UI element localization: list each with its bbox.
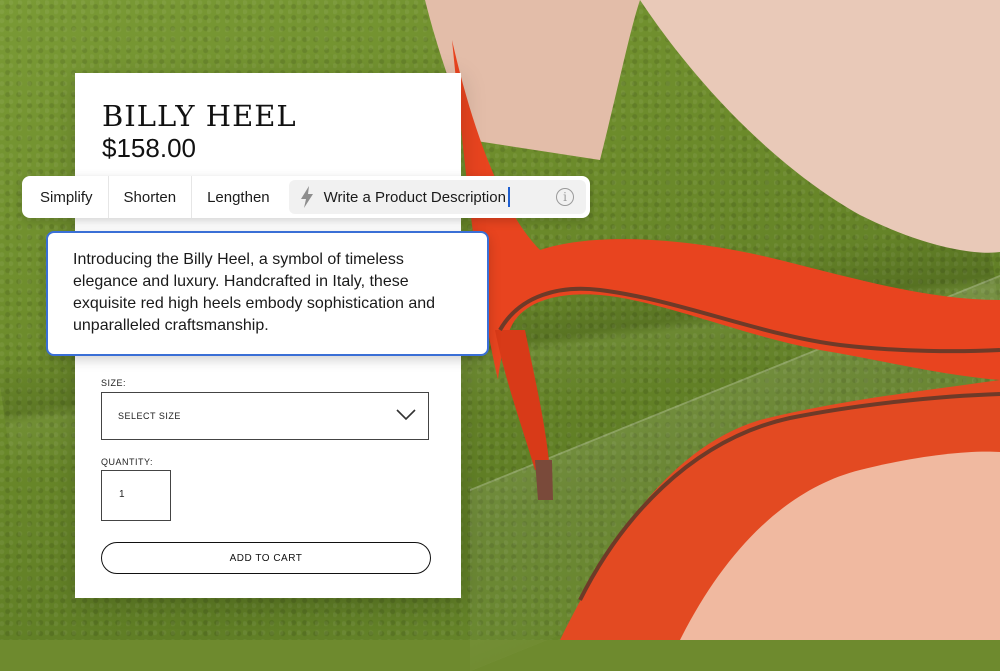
lengthen-button[interactable]: Lengthen: [192, 176, 285, 218]
quantity-label: QUANTITY:: [101, 457, 154, 467]
ai-prompt-text: Write a Product Description: [323, 188, 506, 206]
shorten-button[interactable]: Shorten: [109, 176, 193, 218]
info-icon[interactable]: i: [556, 188, 574, 206]
chevron-down-icon: [396, 409, 416, 421]
size-label: SIZE:: [101, 378, 127, 388]
simplify-button[interactable]: Simplify: [22, 176, 109, 218]
ai-writing-toolbar: Simplify Shorten Lengthen Write a Produc…: [22, 176, 590, 218]
ai-prompt-input[interactable]: Write a Product Description i: [288, 180, 586, 214]
quantity-input[interactable]: 1: [101, 470, 171, 521]
product-title: BILLY HEEL: [102, 99, 297, 133]
quantity-value: 1: [119, 489, 125, 500]
lightning-bolt-icon: [300, 186, 313, 208]
product-price: $158.00: [102, 133, 196, 163]
size-select[interactable]: SELECT SIZE: [101, 392, 429, 440]
text-caret: [507, 187, 510, 207]
generated-description[interactable]: Introducing the Billy Heel, a symbol of …: [46, 231, 489, 356]
size-select-value: SELECT SIZE: [118, 411, 181, 421]
add-to-cart-button[interactable]: ADD TO CART: [101, 542, 431, 574]
